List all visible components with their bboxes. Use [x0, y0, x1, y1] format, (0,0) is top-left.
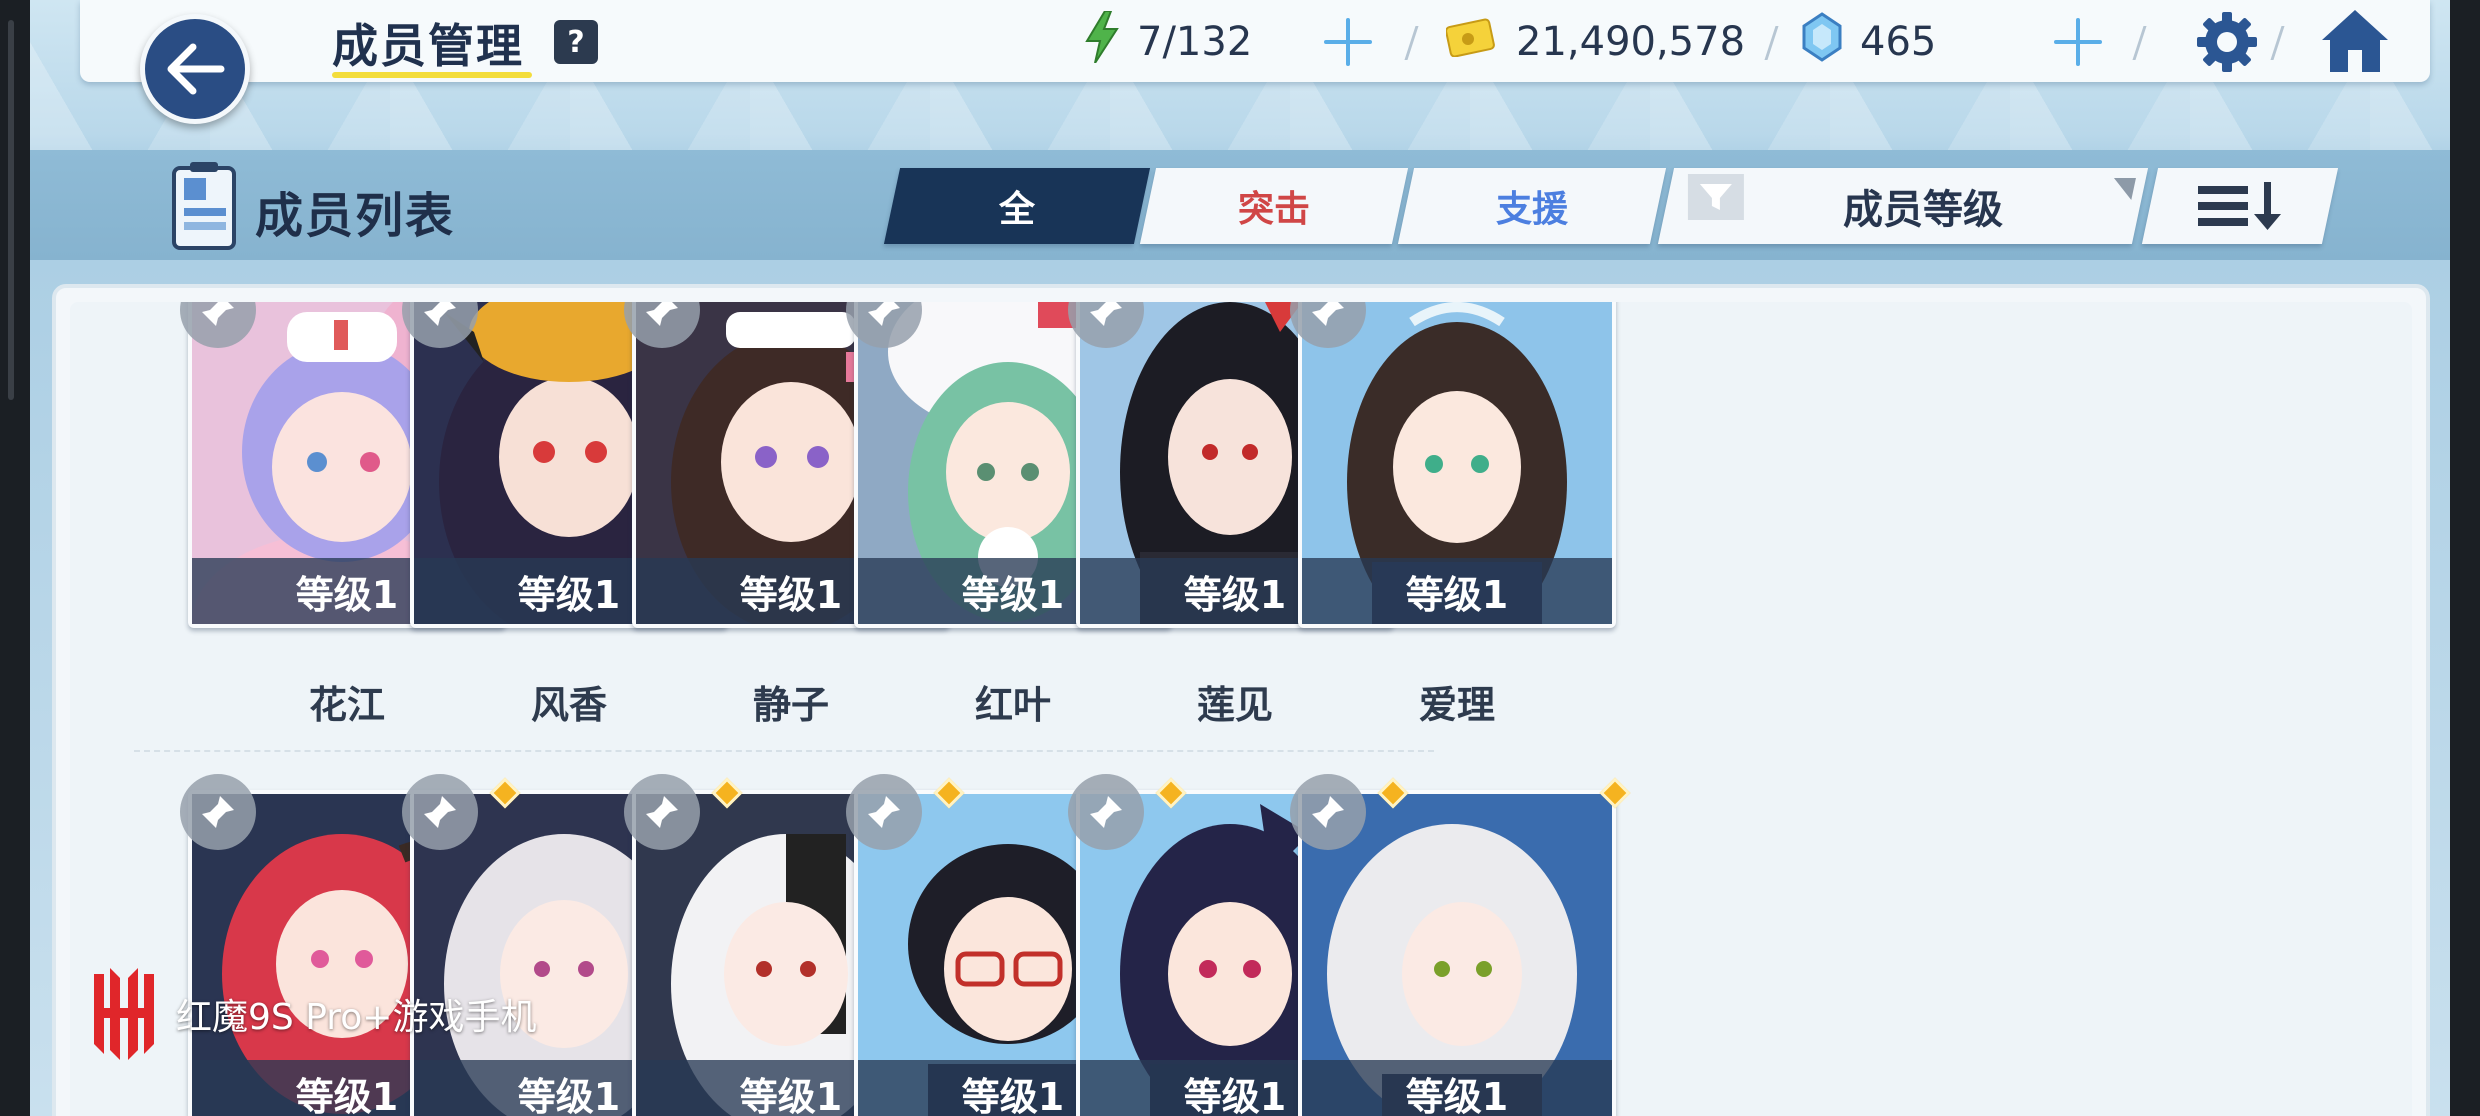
arrow-left-icon	[167, 43, 225, 95]
pin-button[interactable]	[180, 774, 256, 850]
back-button[interactable]	[140, 14, 250, 124]
divider	[2270, 26, 2285, 60]
member-name: 爱理	[1418, 683, 1495, 727]
home-icon[interactable]	[2320, 8, 2390, 74]
pin-icon	[1312, 302, 1344, 326]
member-level: 等级1	[1302, 558, 1612, 624]
gem-icon	[1802, 12, 1842, 72]
top-bar: 成员管理 ? 7/132 21,490,578 465	[80, 0, 2430, 82]
help-button[interactable]: ?	[554, 20, 598, 64]
pin-icon	[424, 796, 456, 828]
pin-icon	[424, 302, 456, 326]
gems-display: 465	[1802, 12, 1937, 72]
pin-button[interactable]	[1068, 774, 1144, 850]
screen-edge-right	[2450, 0, 2480, 1116]
game-screen: 成员管理 ? 7/132 21,490,578 465 成员列表 全 突击 支援…	[30, 0, 2450, 1116]
pin-icon	[1090, 302, 1122, 326]
pin-button[interactable]	[846, 774, 922, 850]
pin-icon	[646, 796, 678, 828]
lightning-icon	[1085, 10, 1119, 73]
sort-descending-icon	[2198, 182, 2281, 230]
pin-icon	[646, 302, 678, 326]
watermark-text: 红魔9S Pro+游戏手机	[176, 997, 537, 1038]
ap-plus-button[interactable]	[1322, 16, 1374, 68]
member-level: 等级1	[1302, 1060, 1612, 1116]
tab-all[interactable]: 全	[883, 168, 1151, 244]
divider	[1404, 26, 1419, 60]
tab-support[interactable]: 支援	[1397, 168, 1667, 244]
member-card[interactable]: 等级1	[1298, 302, 1616, 628]
ap-display: 7/132	[1085, 10, 1253, 73]
credits-display: 21,490,578	[1445, 14, 1746, 70]
dropdown-corner-icon	[2109, 178, 2136, 200]
tab-assault-label: 突击	[1237, 189, 1310, 230]
sort-order-button[interactable]	[2141, 168, 2339, 244]
device-watermark: 红魔9S Pro+游戏手机	[90, 964, 536, 1064]
screen-edge-left	[0, 0, 30, 1116]
divider	[1764, 26, 1779, 60]
page-title: 成员管理	[332, 19, 524, 73]
gems-plus-button[interactable]	[2052, 16, 2104, 68]
divider	[2132, 26, 2147, 60]
sort-dropdown[interactable]: 成员等级	[1657, 168, 2149, 244]
red-magic-logo-icon	[94, 968, 154, 1060]
pin-button[interactable]	[624, 774, 700, 850]
credit-card-icon	[1445, 17, 1498, 67]
pin-icon	[202, 302, 234, 326]
clipboard-icon	[170, 160, 240, 252]
settings-gear-icon[interactable]	[2195, 10, 2259, 74]
tab-assault[interactable]: 突击	[1139, 168, 1409, 244]
credits-value: 21,490,578	[1516, 19, 1746, 65]
tab-support-label: 支援	[1495, 189, 1568, 230]
sort-label: 成员等级	[1843, 187, 2003, 233]
pin-icon	[1090, 796, 1122, 828]
pin-icon	[868, 302, 900, 326]
pin-icon	[202, 796, 234, 828]
tab-all-label: 全	[998, 189, 1035, 230]
member-list-header: 成员列表 全 突击 支援 成员等级	[30, 150, 2450, 260]
pin-button[interactable]	[402, 774, 478, 850]
pin-icon	[868, 796, 900, 828]
member-list-title: 成员列表	[255, 188, 456, 244]
ap-value: 7/132	[1137, 19, 1253, 65]
pin-button[interactable]	[1290, 774, 1366, 850]
row-divider	[134, 750, 1434, 752]
pin-icon	[1312, 796, 1344, 828]
gems-value: 465	[1860, 19, 1937, 65]
